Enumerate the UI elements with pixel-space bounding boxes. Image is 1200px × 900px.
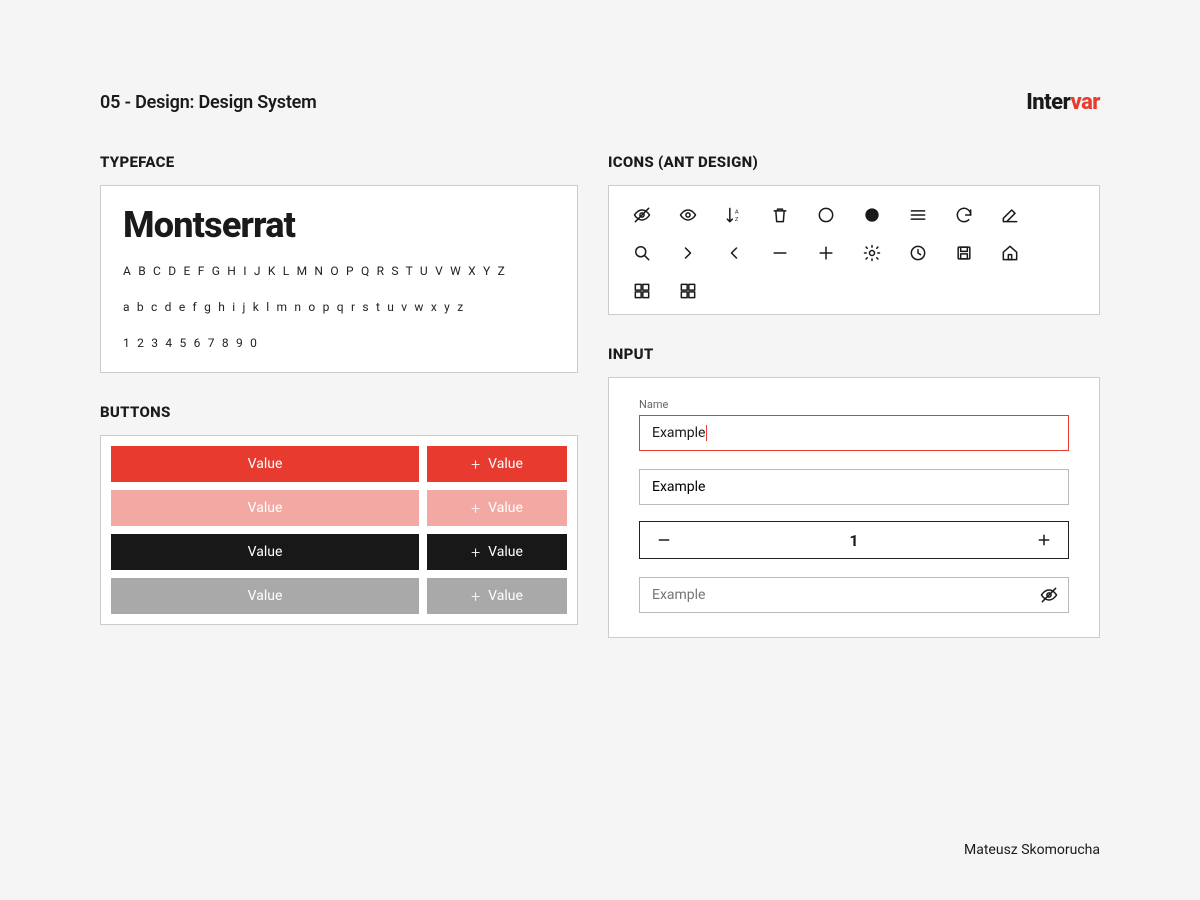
stepper-decrement[interactable] [640,522,688,558]
buttons-panel: Value + Value Value + Value Value + Value V… [100,435,578,625]
button-label: Value [488,500,523,516]
icons-panel: AZ [608,185,1100,315]
appstore-icon [631,280,653,302]
section-title-input: INPUT [608,345,1100,363]
sync-icon [953,204,975,226]
clock-icon [907,242,929,264]
alphabet-lower: a b c d e f g h i j k l m n o p q r s t … [123,300,555,314]
section-title-typeface: TYPEFACE [100,153,578,171]
stepper-value: 1 [688,522,1020,558]
page-header: 05 - Design: Design System Intervar [100,90,1100,115]
plus-icon: + [471,543,480,562]
delete-icon [769,204,791,226]
eye-icon [677,204,699,226]
button-tertiary-add[interactable]: + Value [427,578,567,614]
search-icon [631,242,653,264]
svg-text:Z: Z [735,217,739,223]
plus-icon: + [471,455,480,474]
plus-icon [815,242,837,264]
menu-icon [907,204,929,226]
text-caret [706,425,707,441]
logo-text-1: Inter [1026,90,1070,115]
button-label: Value [248,544,283,560]
typeface-panel: Montserrat A B C D E F G H I J K L M N O… [100,185,578,373]
plus-icon: + [471,499,480,518]
logo-text-2: var [1070,90,1100,115]
button-tertiary[interactable]: Value [111,578,419,614]
circle-icon [815,204,837,226]
eye-invisible-icon[interactable] [1039,585,1059,605]
input-label-name: Name [639,398,1069,411]
button-label: Value [248,588,283,604]
stepper-increment[interactable] [1020,522,1068,558]
text-input-focused[interactable]: Example [639,415,1069,451]
edit-icon [999,204,1021,226]
input-panel: Name Example 1 [608,377,1100,638]
button-label: Value [488,588,523,604]
eye-invisible-icon [631,204,653,226]
button-primary-disabled[interactable]: Value [111,490,419,526]
button-secondary[interactable]: Value [111,534,419,570]
section-title-icons: ICONS (ANT DESIGN) [608,153,1100,171]
appstore-add-icon [677,280,699,302]
page-title: 05 - Design: Design System [100,92,317,113]
button-label: Value [488,456,523,472]
typeface-name: Montserrat [123,204,555,246]
button-primary-add-disabled[interactable]: + Value [427,490,567,526]
chevron-left-icon [723,242,745,264]
home-icon [999,242,1021,264]
svg-text:A: A [735,209,739,215]
digits-line: 1 2 3 4 5 6 7 8 9 0 [123,336,555,350]
author-credit: Mateusz Skomorucha [964,842,1100,858]
button-primary[interactable]: Value [111,446,419,482]
password-input[interactable] [639,577,1069,613]
text-input[interactable] [639,469,1069,505]
button-label: Value [488,544,523,560]
settings-icon [861,242,883,264]
button-label: Value [248,500,283,516]
save-icon [953,242,975,264]
button-primary-add[interactable]: + Value [427,446,567,482]
sort-az-icon: AZ [723,204,745,226]
circle-filled-icon [861,204,883,226]
input-value: Example [652,425,705,441]
plus-icon: + [471,587,480,606]
minus-icon [769,242,791,264]
section-title-buttons: BUTTONS [100,403,578,421]
button-secondary-add[interactable]: + Value [427,534,567,570]
alphabet-upper: A B C D E F G H I J K L M N O P Q R S T … [123,264,555,278]
button-label: Value [248,456,283,472]
chevron-right-icon [677,242,699,264]
number-stepper: 1 [639,521,1069,559]
brand-logo: Intervar [1026,90,1100,115]
